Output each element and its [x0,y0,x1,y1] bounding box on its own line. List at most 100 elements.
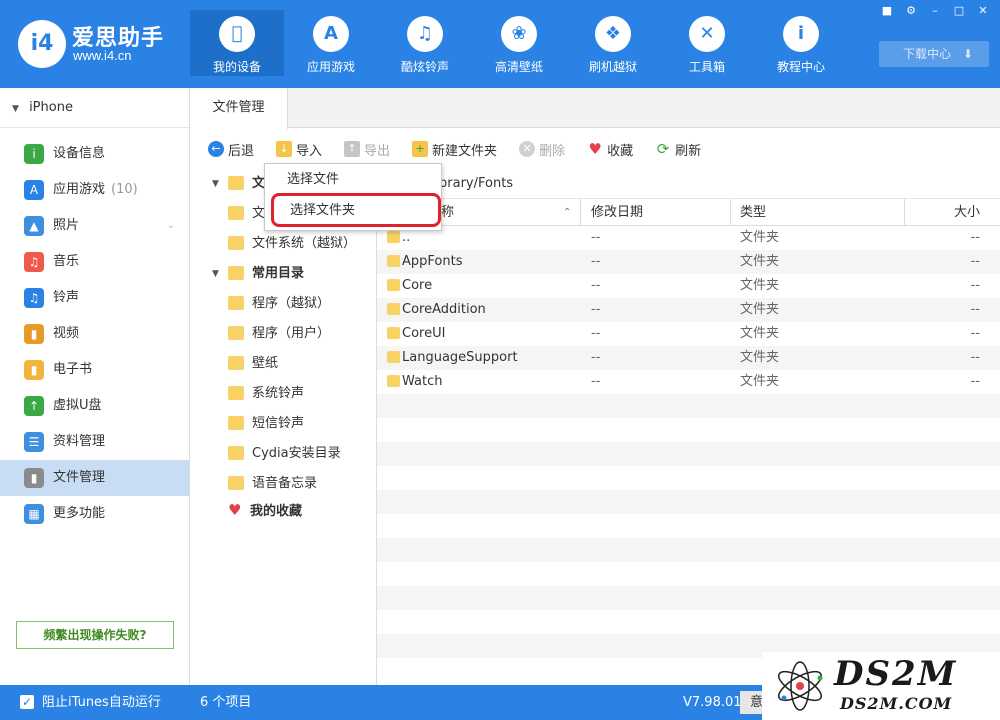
photo-icon: ▲ [24,216,44,236]
table-row[interactable]: LanguageSupport -- 文件夹 -- [377,346,1000,370]
itunes-checkbox[interactable]: ✓ [20,695,34,709]
row-name-text: LanguageSupport [402,350,518,365]
tree-item[interactable]: 壁纸 [228,349,278,379]
folder-icon [228,415,244,430]
tree-group-common[interactable]: ▼ 常用目录 [212,259,304,289]
tree-label: 文件系统（越狱） [252,236,357,251]
empty-row [377,394,1000,418]
row-name: Core [387,274,432,298]
tree-group-files[interactable]: ▼ 文 [212,169,265,199]
itunes-label: 阻止iTunes自动运行 [42,695,161,710]
row-type: 文件夹 [740,350,780,365]
skin-icon[interactable]: ■ [878,4,896,18]
col-name[interactable]: 称 [441,199,454,226]
folder-icon [228,445,244,460]
nav-my-device[interactable]:  我的设备 [190,10,284,76]
delete-button[interactable]: ✕ 删除 [519,140,565,159]
sidebar-item-label: 文件管理 [53,470,106,485]
tree-favorites[interactable]: ♥ 我的收藏 [228,495,302,525]
new-folder-button[interactable]: + 新建文件夹 [412,140,497,159]
close-icon[interactable]: ✕ [974,4,992,18]
sidebar-item[interactable]: ☰ 资料管理 [0,424,189,460]
column-divider [904,199,905,226]
import-button[interactable]: ↓ 导入 [276,140,322,159]
tree-label: 壁纸 [252,356,279,371]
path-bar[interactable]: brary/Fonts [377,169,1000,199]
folder-icon [387,230,400,243]
nav-wallpapers[interactable]: ❀ 高清壁纸 [472,10,566,76]
sidebar-item-label: 电子书 [53,362,93,377]
refresh-button[interactable]: ⟳ 刷新 [655,140,701,159]
sidebar-item[interactable]: i 设备信息 [0,136,189,172]
row-size: -- [970,254,980,269]
tab-file-manager[interactable]: 文件管理 [190,88,288,129]
sidebar-item[interactable]: ♫ 铃声 [0,280,189,316]
nav-toolbox[interactable]: ✕ 工具箱 [660,10,754,76]
nav-label: 酷炫铃声 [400,60,449,74]
col-type[interactable]: 类型 [740,199,766,226]
table-row[interactable]: CoreUI -- 文件夹 -- [377,322,1000,346]
menu-item-select-folder[interactable]: 选择文件夹 [271,193,441,227]
export-button[interactable]: ↑ 导出 [344,140,390,159]
table-row[interactable]: .. -- 文件夹 -- [377,226,1000,250]
tree-item-filesystem-jailbreak[interactable]: 文件系统（越狱） [228,229,356,259]
nav-label: 应用游戏 [306,60,355,74]
sidebar-item[interactable]: ▲ 照片 ⌄ [0,208,189,244]
menu-item-select-file[interactable]: 选择文件 [265,164,441,196]
download-center-button[interactable]: 下载中心 ⬇ [879,41,989,67]
folder-icon [228,355,244,370]
table-row[interactable]: Watch -- 文件夹 -- [377,370,1000,394]
row-size: -- [970,278,980,293]
row-type: 文件夹 [740,230,780,245]
table-row[interactable]: CoreAddition -- 文件夹 -- [377,298,1000,322]
row-size: -- [970,374,980,389]
tree-label: 程序（越狱） [252,296,331,311]
tree-item[interactable]: 程序（用户） [228,319,330,349]
folder-icon [387,350,400,363]
tree-label: 短信铃声 [252,416,305,431]
nav-ringtones[interactable]: ♫ 酷炫铃声 [378,10,472,76]
window-controls: ■ ⚙ – □ ✕ [878,4,992,18]
maximize-icon[interactable]: □ [950,4,968,18]
folder-icon [228,295,244,310]
col-date[interactable]: 修改日期 [591,199,643,226]
contacts-icon: ☰ [24,432,44,452]
import-dropdown: 选择文件 选择文件夹 [264,163,442,231]
tree-item[interactable]: 短信铃声 [228,409,304,439]
sidebar-item-label: 音乐 [53,254,80,269]
sidebar-item[interactable]: ▮ 文件管理 [0,460,189,496]
tree-item[interactable]: Cydia安装目录 [228,439,341,469]
tree-item[interactable]: 程序（越狱） [228,289,330,319]
col-size[interactable]: 大小 [954,199,980,226]
logo-mark: i4 [18,20,66,68]
tree-item[interactable]: 文 [228,199,265,229]
heart-icon: ♥ [228,501,242,519]
row-date: -- [591,350,601,365]
heart-icon: ♥ [588,140,602,158]
minimize-icon[interactable]: – [926,4,944,18]
table-row[interactable]: AppFonts -- 文件夹 -- [377,250,1000,274]
help-button[interactable]: 频繁出现操作失败? [16,621,174,649]
back-button[interactable]: ← 后退 [208,140,254,159]
sidebar-item[interactable]: ▮ 电子书 [0,352,189,388]
nav-flash-jailbreak[interactable]: ❖ 刷机越狱 [566,10,660,76]
sidebar-item[interactable]: ↑ 虚拟U盘 [0,388,189,424]
import-icon: ↓ [276,141,293,157]
sidebar-item[interactable]: A 应用游戏 (10) [0,172,189,208]
tree-item[interactable]: 系统铃声 [228,379,304,409]
export-label: 导出 [364,143,391,159]
back-label: 后退 [228,143,255,159]
settings-icon[interactable]: ⚙ [902,4,920,18]
nav-apps-games[interactable]: A 应用游戏 [284,10,378,76]
nav-tutorials[interactable]: i 教程中心 [754,10,848,76]
nav-label: 教程中心 [776,60,825,74]
sidebar-item[interactable]: ▦ 更多功能 [0,496,189,532]
row-size: -- [970,230,980,245]
table-row[interactable]: Core -- 文件夹 -- [377,274,1000,298]
favorite-button[interactable]: ♥ 收藏 [587,140,633,159]
sidebar-item[interactable]: ▮ 视频 [0,316,189,352]
device-selector[interactable]: ▼ iPhone [0,88,189,128]
sidebar-item[interactable]: ♫ 音乐 [0,244,189,280]
row-size: -- [970,350,980,365]
row-type: 文件夹 [740,278,780,293]
